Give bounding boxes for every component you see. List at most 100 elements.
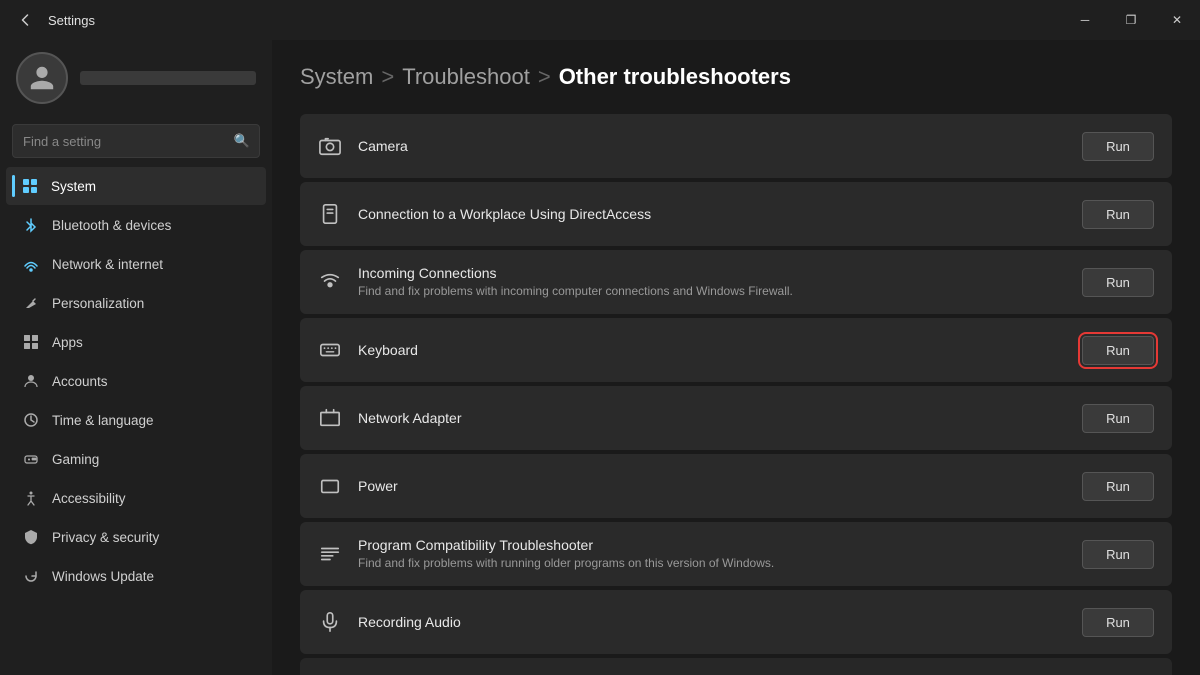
troubleshooter-keyboard: Keyboard Run <box>300 318 1172 382</box>
incoming-run-button[interactable]: Run <box>1082 268 1154 297</box>
compatibility-run-button[interactable]: Run <box>1082 540 1154 569</box>
sidebar-label-bluetooth: Bluetooth & devices <box>52 218 171 233</box>
sidebar-label-privacy: Privacy & security <box>52 530 159 545</box>
sidebar-item-gaming[interactable]: Gaming <box>6 440 266 478</box>
camera-name: Camera <box>358 138 1066 154</box>
incoming-name: Incoming Connections <box>358 265 1066 281</box>
keyboard-info: Keyboard <box>358 342 1066 358</box>
breadcrumb-system[interactable]: System <box>300 64 373 90</box>
user-section <box>0 40 272 120</box>
power-icon <box>318 474 342 498</box>
compatibility-name: Program Compatibility Troubleshooter <box>358 537 1066 553</box>
time-icon <box>22 411 40 429</box>
network-icon <box>22 255 40 273</box>
close-button[interactable]: ✕ <box>1154 0 1200 40</box>
network-adapter-info: Network Adapter <box>358 410 1066 426</box>
window-controls: ─ ❐ ✕ <box>1062 0 1200 40</box>
power-run-button[interactable]: Run <box>1082 472 1154 501</box>
camera-icon <box>318 134 342 158</box>
breadcrumb-sep1: > <box>381 64 394 90</box>
network-adapter-name: Network Adapter <box>358 410 1066 426</box>
compatibility-desc: Find and fix problems with running older… <box>358 555 1066 572</box>
accounts-icon <box>22 372 40 390</box>
gaming-icon <box>22 450 40 468</box>
recording-name: Recording Audio <box>358 614 1066 630</box>
sidebar-item-system[interactable]: System <box>6 167 266 205</box>
sidebar-label-accounts: Accounts <box>52 374 108 389</box>
sidebar-item-accounts[interactable]: Accounts <box>6 362 266 400</box>
troubleshooter-compatibility: Program Compatibility Troubleshooter Fin… <box>300 522 1172 586</box>
sidebar-label-accessibility: Accessibility <box>52 491 126 506</box>
breadcrumb-current: Other troubleshooters <box>559 64 791 90</box>
sidebar-item-network[interactable]: Network & internet <box>6 245 266 283</box>
recording-info: Recording Audio <box>358 614 1066 630</box>
apps-icon <box>22 333 40 351</box>
sidebar: 🔍 System <box>0 40 272 675</box>
troubleshooter-network-adapter: Network Adapter Run <box>300 386 1172 450</box>
troubleshooter-search: Search and Indexing Run <box>300 658 1172 675</box>
directaccess-info: Connection to a Workplace Using DirectAc… <box>358 206 1066 222</box>
compatibility-info: Program Compatibility Troubleshooter Fin… <box>358 537 1066 572</box>
sidebar-label-update: Windows Update <box>52 569 154 584</box>
search-input[interactable] <box>12 124 260 158</box>
power-name: Power <box>358 478 1066 494</box>
camera-run-button[interactable]: Run <box>1082 132 1154 161</box>
directaccess-run-button[interactable]: Run <box>1082 200 1154 229</box>
user-name-placeholder <box>80 71 256 85</box>
personalization-icon <box>22 294 40 312</box>
troubleshooter-recording: Recording Audio Run <box>300 590 1172 654</box>
user-icon <box>28 64 56 92</box>
maximize-button[interactable]: ❐ <box>1108 0 1154 40</box>
sidebar-label-gaming: Gaming <box>52 452 99 467</box>
sidebar-label-time: Time & language <box>52 413 154 428</box>
breadcrumb: System > Troubleshoot > Other troublesho… <box>300 64 1172 90</box>
keyboard-icon <box>318 338 342 362</box>
sidebar-item-accessibility[interactable]: Accessibility <box>6 479 266 517</box>
breadcrumb-sep2: > <box>538 64 551 90</box>
sidebar-item-privacy[interactable]: Privacy & security <box>6 518 266 556</box>
keyboard-name: Keyboard <box>358 342 1066 358</box>
search-box: 🔍 <box>12 124 260 158</box>
titlebar: Settings ─ ❐ ✕ <box>0 0 1200 40</box>
recording-run-button[interactable]: Run <box>1082 608 1154 637</box>
update-icon <box>22 567 40 585</box>
nav-list: System Bluetooth & devices <box>0 166 272 596</box>
sidebar-item-apps[interactable]: Apps <box>6 323 266 361</box>
troubleshooter-directaccess: Connection to a Workplace Using DirectAc… <box>300 182 1172 246</box>
bluetooth-icon <box>22 216 40 234</box>
sidebar-item-update[interactable]: Windows Update <box>6 557 266 595</box>
network-adapter-icon <box>318 406 342 430</box>
minimize-button[interactable]: ─ <box>1062 0 1108 40</box>
incoming-desc: Find and fix problems with incoming comp… <box>358 283 1066 300</box>
incoming-info: Incoming Connections Find and fix proble… <box>358 265 1066 300</box>
accessibility-icon <box>22 489 40 507</box>
window-title: Settings <box>48 13 95 28</box>
sidebar-item-personalization[interactable]: Personalization <box>6 284 266 322</box>
troubleshooter-list: Camera Run Connection to a Workplace Usi… <box>300 114 1172 675</box>
directaccess-name: Connection to a Workplace Using DirectAc… <box>358 206 1066 222</box>
active-indicator <box>12 175 15 197</box>
sidebar-item-time[interactable]: Time & language <box>6 401 266 439</box>
recording-icon <box>318 610 342 634</box>
incoming-icon <box>318 270 342 294</box>
network-adapter-run-button[interactable]: Run <box>1082 404 1154 433</box>
troubleshooter-camera: Camera Run <box>300 114 1172 178</box>
back-button[interactable] <box>12 6 40 34</box>
power-info: Power <box>358 478 1066 494</box>
privacy-icon <box>22 528 40 546</box>
search-icon: 🔍 <box>234 133 250 149</box>
sidebar-label-personalization: Personalization <box>52 296 144 311</box>
main-content: System > Troubleshoot > Other troublesho… <box>272 40 1200 675</box>
troubleshooter-incoming: Incoming Connections Find and fix proble… <box>300 250 1172 314</box>
sidebar-item-bluetooth[interactable]: Bluetooth & devices <box>6 206 266 244</box>
compatibility-icon <box>318 542 342 566</box>
keyboard-run-button[interactable]: Run <box>1082 336 1154 365</box>
camera-info: Camera <box>358 138 1066 154</box>
sidebar-label-apps: Apps <box>52 335 83 350</box>
app-body: 🔍 System <box>0 40 1200 675</box>
breadcrumb-troubleshoot[interactable]: Troubleshoot <box>402 64 530 90</box>
system-icon <box>21 177 39 195</box>
avatar <box>16 52 68 104</box>
directaccess-icon <box>318 202 342 226</box>
troubleshooter-power: Power Run <box>300 454 1172 518</box>
